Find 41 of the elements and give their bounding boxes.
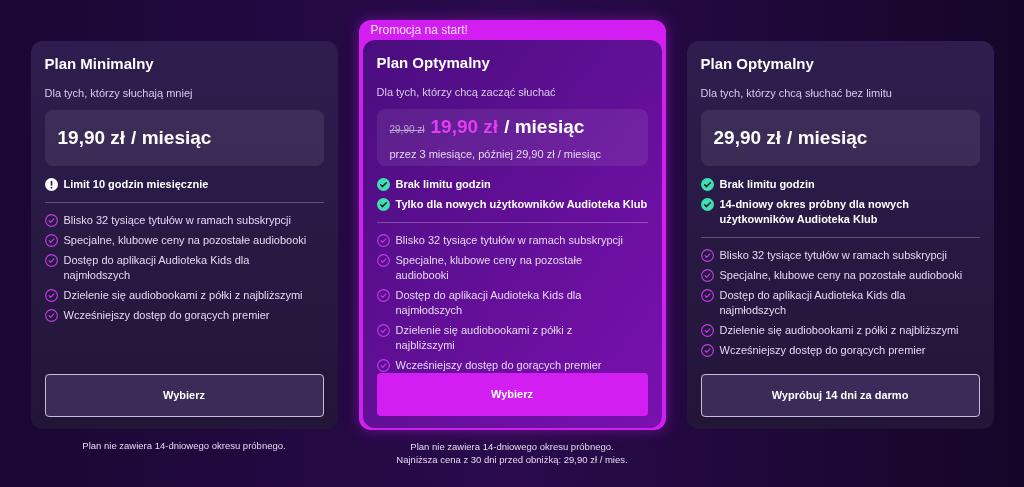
promo-label: Promocja na start! [369,22,469,39]
price-unit: / miesiąc [504,115,585,139]
price-unit: / miesiąc [787,125,868,150]
choose-button[interactable]: Wybierz [44,374,324,417]
feature-text: Blisko 32 tysiące tytułów w ramach subskrypcji [395,233,624,248]
feature-text: Dzielenie się audiobookami z półki z najbliższymi [395,323,574,353]
footnote: Plan nie zawiera 14-dniowego okresu próbnego. [410,440,614,453]
highlight-text: Limit 10 godzin miesięcznie [63,177,209,192]
old-price: 29,90 zł [389,123,425,137]
feature-text: Dzielenie się audiobookami z półki z najbliższymi [63,288,304,303]
choose-button[interactable]: Wypróbuj 14 dni za darmo [700,374,980,417]
feature-text: Dostęp do aplikacji Audioteka Kids dla najmłodszych [395,288,583,318]
plan-subtitle: Dla tych, którzy chcą słuchać bez limitu [700,85,893,101]
plan-subtitle: Dla tych, którzy chcą zacząć słuchać [376,84,557,100]
feature-text: Specjalne, klubowe ceny na pozostałe audiobooki [719,268,964,283]
highlight-text: Brak limitu godzin [719,177,815,192]
plan-title: Plan Optymalny [700,54,815,74]
footnote: Plan nie zawiera 14-dniowego okresu próbnego. [82,439,286,452]
feature-text: Blisko 32 tysiące tytułów w ramach subskrypcji [63,213,292,228]
plan-title: Plan Optymalny [376,53,491,73]
feature-text: Dostęp do aplikacji Audioteka Kids dla najmłodszych [63,253,251,283]
feature-text: Wcześniejszy dostęp do gorących premier [395,358,603,373]
feature-text: Specjalne, klubowe ceny na pozostałe audiobooki [395,253,583,283]
price-amount: 29,90 zł [713,125,782,150]
price-amount: 19,90 zł [430,115,499,139]
highlight-text: Brak limitu godzin [395,177,491,192]
feature-text: Wcześniejszy dostęp do gorących premier [719,343,927,358]
price-amount: 19,90 zł [57,125,126,150]
feature-text: Dostęp do aplikacji Audioteka Kids dla najmłodszych [719,288,907,318]
footnote: Najniższa cena z 30 dni przed obniżką: 29,90 zł / mies. [396,453,628,466]
price-unit: / miesiąc [131,125,212,150]
highlight-text: Tylko dla nowych użytkowników Audioteka Klub [395,197,648,212]
feature-text: Dzielenie się audiobookami z półki z najbliższymi [719,323,960,338]
feature-text: Blisko 32 tysiące tytułów w ramach subskrypcji [719,248,948,263]
feature-text: Specjalne, klubowe ceny na pozostałe audiobooki [63,233,308,248]
plan-subtitle: Dla tych, którzy słuchają mniej [44,85,194,101]
feature-text: Wcześniejszy dostęp do gorących premier [63,308,271,323]
highlight-text: 14-dniowy okres próbny dla nowych użytkowników Audioteka Klub [719,197,910,227]
choose-button[interactable]: Wybierz [376,373,648,416]
plan-title: Plan Minimalny [44,54,155,74]
price-note: przez 3 miesiące, później 29,90 zł / miesiąc [389,146,603,162]
